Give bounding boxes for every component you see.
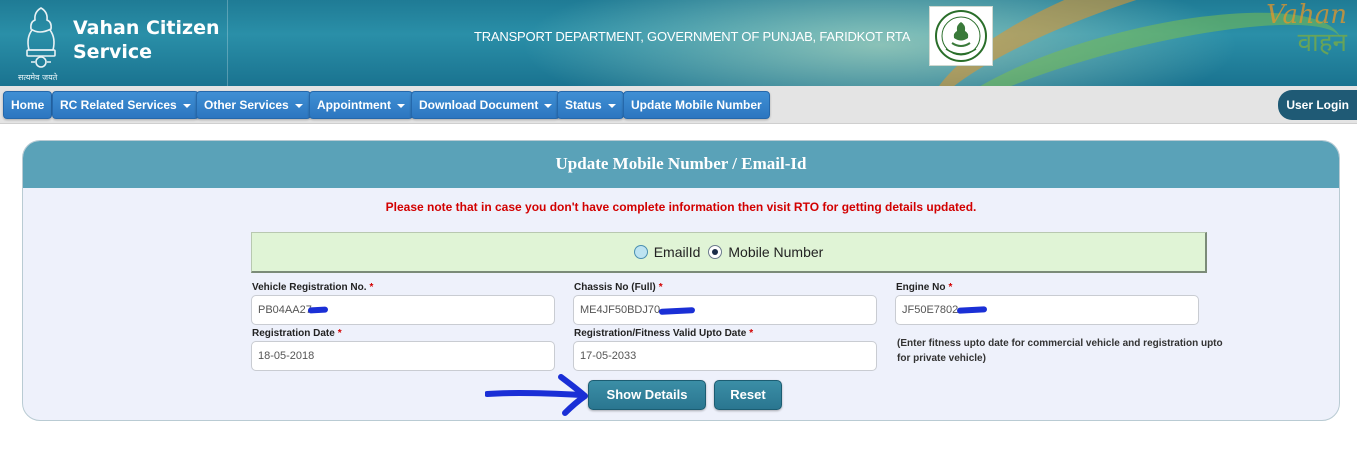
nav-home[interactable]: Home [3, 91, 53, 119]
nav-rc-related-services[interactable]: RC Related Services [52, 91, 199, 119]
reg-no-label-text: Vehicle Registration No. [252, 282, 367, 293]
nav-status-label: Status [565, 98, 602, 112]
reg-date-label-text: Registration Date [252, 328, 335, 339]
nav-status[interactable]: Status [557, 91, 624, 119]
radio-email-label: EmailId [653, 244, 701, 260]
valid-upto-label-text: Registration/Fitness Valid Upto Date [574, 328, 747, 339]
emblem-caption: सत्यमेव जयते [18, 73, 58, 82]
department-title: TRANSPORT DEPARTMENT, GOVERNMENT OF PUNJ… [474, 29, 911, 44]
required-mark: * [337, 328, 342, 339]
site-header: सत्यमेव जयते Vahan Citizen Service TRANS… [0, 0, 1357, 86]
brand-block[interactable]: सत्यमेव जयते Vahan Citizen Service [0, 0, 228, 86]
nav-other-services[interactable]: Other Services [196, 91, 311, 119]
update-mobile-panel: Update Mobile Number / Email-Id Please n… [22, 140, 1340, 421]
chevron-down-icon [182, 103, 191, 108]
arrow-right-icon [485, 374, 588, 416]
contact-type-selector: EmailId Mobile Number [251, 232, 1207, 273]
chassis-field[interactable]: ME4JF50BDJ70 [573, 295, 877, 325]
radio-mobile-number[interactable]: Mobile Number [708, 244, 823, 260]
nav-other-services-label: Other Services [204, 98, 289, 112]
punjab-seal-icon [935, 10, 987, 62]
main-nav: Home RC Related Services Other Services … [0, 86, 1357, 124]
nav-update-mobile-number[interactable]: Update Mobile Number [623, 91, 770, 119]
nav-download-document[interactable]: Download Document [411, 91, 561, 119]
national-emblem-icon [26, 7, 56, 68]
vahan-logo: Vahan वाहन [1257, 2, 1347, 58]
nav-update-mobile-number-label: Update Mobile Number [631, 98, 762, 112]
radio-unselected-icon[interactable] [633, 245, 648, 259]
info-notice: Please note that in case you don't have … [385, 200, 977, 214]
reg-no-field[interactable]: PB04AA27 [251, 295, 555, 325]
radio-mobile-label: Mobile Number [728, 244, 824, 260]
radio-email-id[interactable]: EmailId [633, 244, 701, 260]
fitness-hint: (Enter fitness upto date for commercial … [897, 338, 1223, 364]
valid-upto-label: Registration/Fitness Valid Upto Date * [574, 328, 753, 339]
chevron-down-icon [544, 103, 553, 108]
nav-appointment[interactable]: Appointment [309, 91, 413, 119]
reg-date-field[interactable]: 18-05-2018 [251, 341, 555, 371]
chassis-label: Chassis No (Full) * [574, 282, 663, 293]
nav-download-document-label: Download Document [419, 98, 539, 112]
engine-label: Engine No * [896, 282, 952, 293]
required-mark: * [948, 282, 953, 293]
nav-home-label: Home [11, 98, 45, 112]
punjab-seal-logo [929, 6, 993, 66]
required-mark: * [749, 328, 754, 339]
redaction-mark [307, 306, 329, 314]
engine-label-text: Engine No [896, 282, 946, 293]
required-mark: * [369, 282, 374, 293]
panel-title: Update Mobile Number / Email-Id [23, 141, 1339, 188]
reset-button[interactable]: Reset [714, 380, 782, 410]
vahan-logo-hi: वाहन [1297, 28, 1347, 58]
engine-field[interactable]: JF50E7802 [895, 295, 1199, 325]
nav-rc-related-services-label: RC Related Services [60, 98, 177, 112]
vahan-logo-en: Vahan [1266, 0, 1347, 30]
chevron-down-icon [294, 103, 303, 108]
show-details-button[interactable]: Show Details [588, 380, 706, 410]
valid-upto-field[interactable]: 17-05-2033 [573, 341, 877, 371]
reg-no-label: Vehicle Registration No. * [252, 282, 373, 293]
nav-appointment-label: Appointment [317, 98, 391, 112]
brand-title: Vahan Citizen Service [73, 17, 220, 63]
user-login-button[interactable]: User Login [1278, 90, 1357, 120]
chassis-label-text: Chassis No (Full) [574, 282, 656, 293]
radio-selected-icon[interactable] [708, 245, 723, 259]
chevron-down-icon [397, 103, 405, 108]
required-mark: * [658, 282, 663, 293]
chevron-down-icon [607, 103, 616, 108]
reg-date-label: Registration Date * [252, 328, 342, 339]
